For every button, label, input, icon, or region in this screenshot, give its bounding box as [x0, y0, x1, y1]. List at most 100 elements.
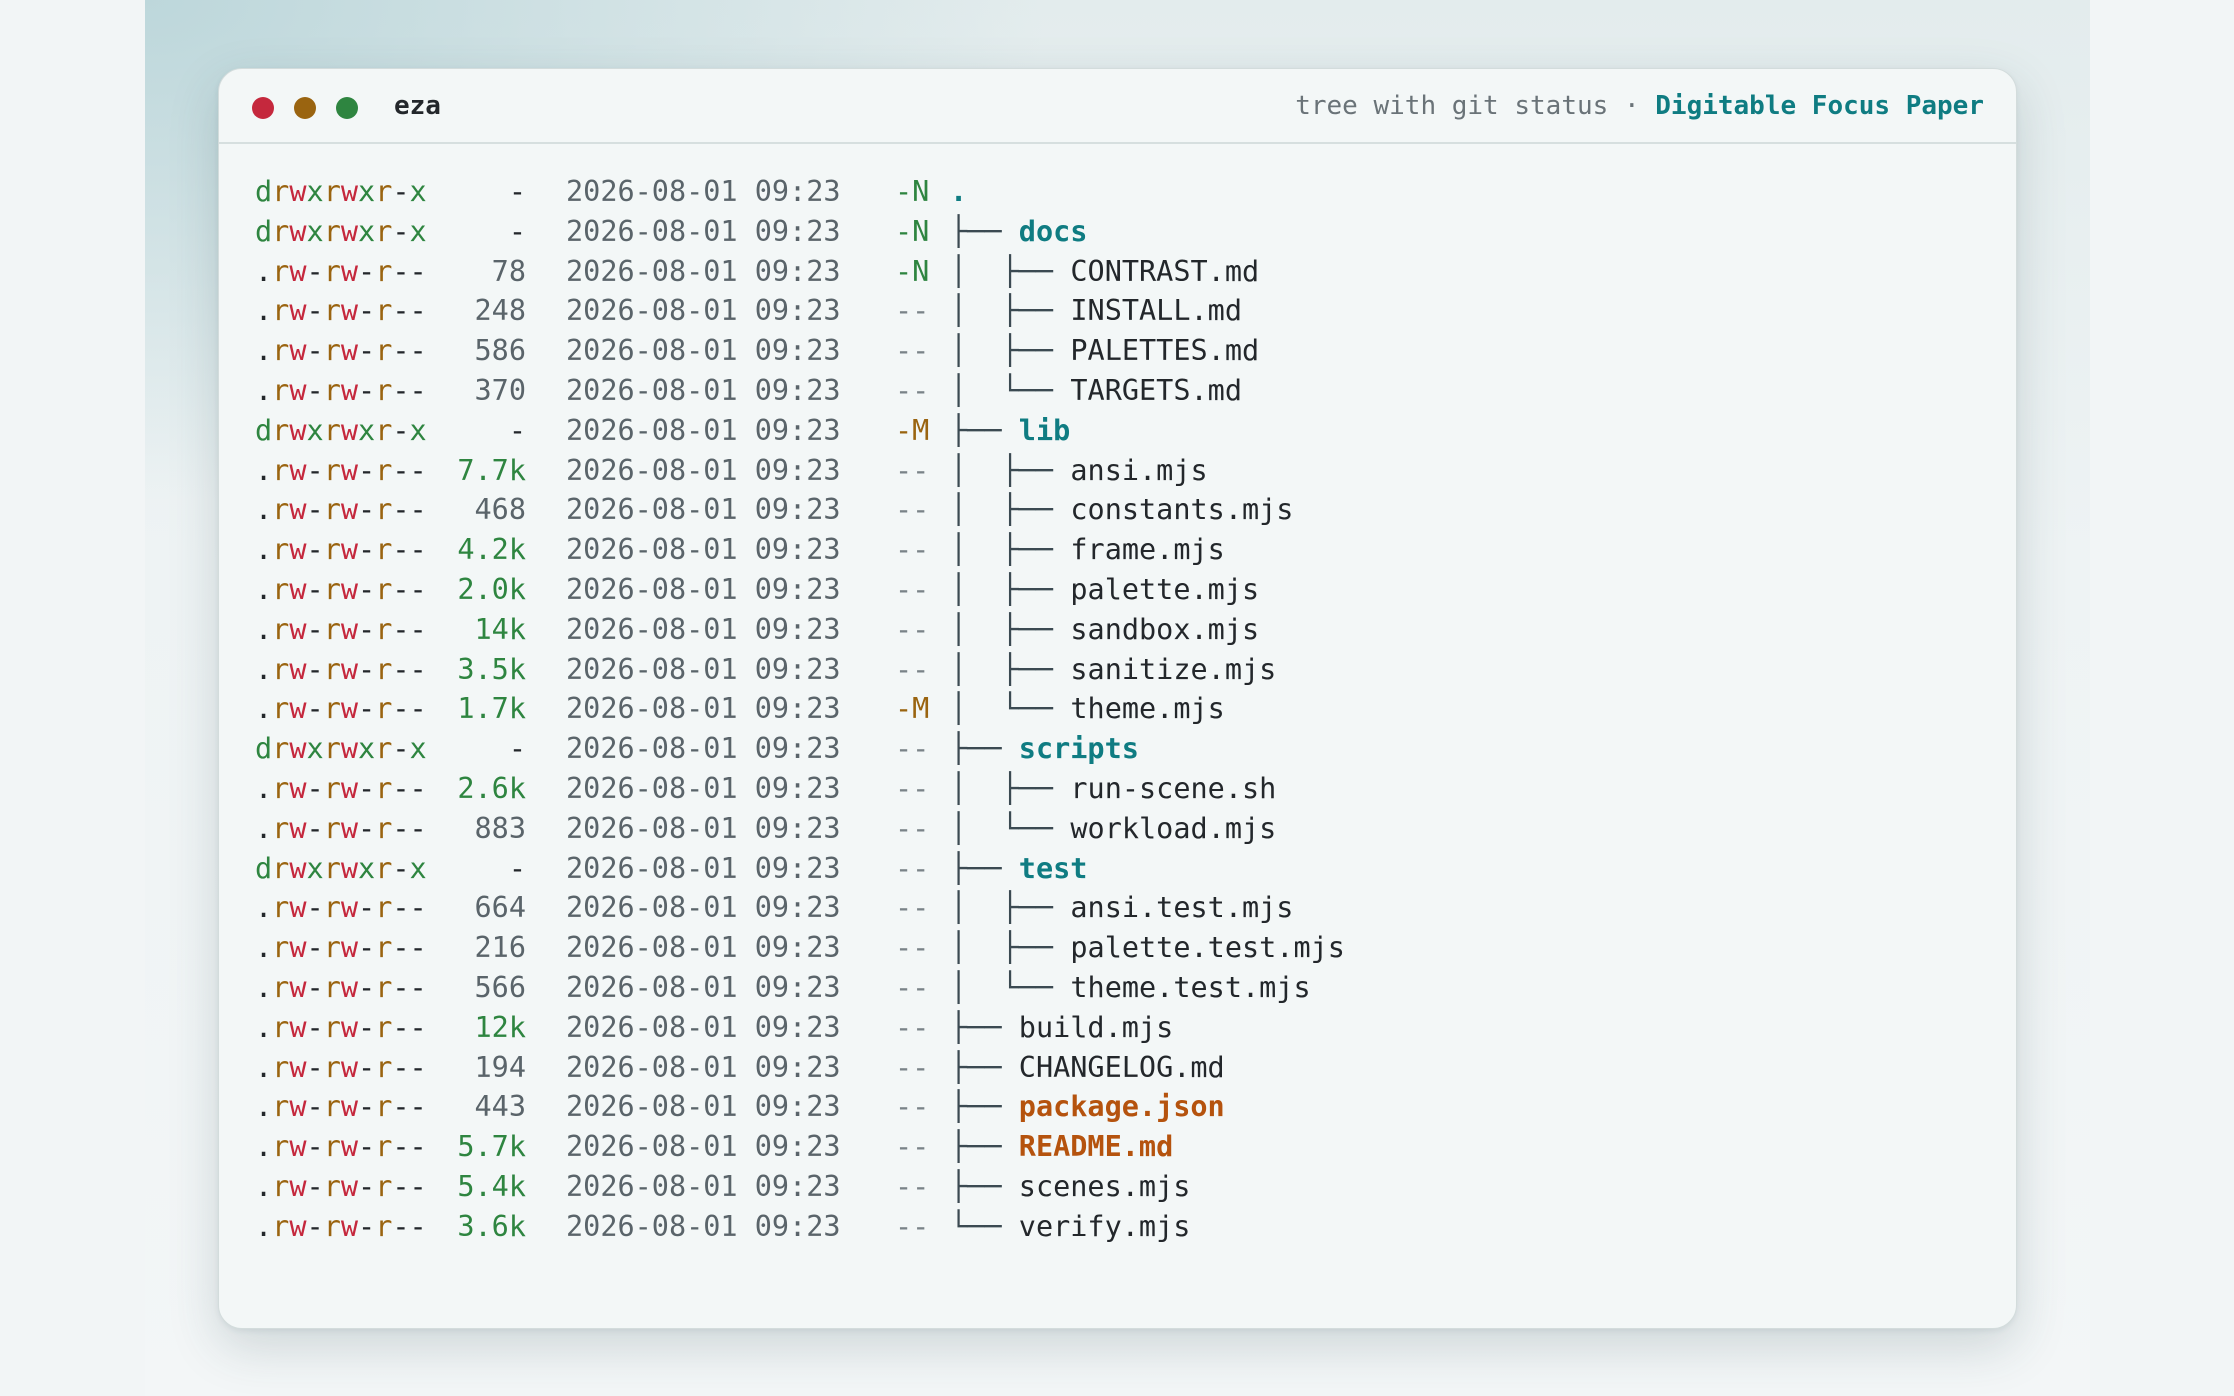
- tree-connector: ├──: [950, 214, 1019, 248]
- root-directory[interactable]: .: [950, 172, 967, 212]
- permissions: .rw-rw-r--: [255, 373, 427, 407]
- file-size: 12k: [474, 1010, 526, 1044]
- git-status: --: [895, 1169, 930, 1203]
- file-name[interactable]: scenes.mjs: [1019, 1167, 1191, 1207]
- modified-date: 2026-08-01 09:23: [566, 294, 841, 328]
- close-window-button[interactable]: [252, 97, 274, 119]
- git-status: -N: [895, 254, 930, 288]
- directory-name[interactable]: docs: [1019, 212, 1088, 252]
- modified-date: 2026-08-01 09:23: [566, 1130, 841, 1164]
- file-name[interactable]: PALETTES.md: [1070, 331, 1259, 371]
- file-name[interactable]: run-scene.sh: [1070, 769, 1276, 809]
- file-size: 1.7k: [457, 692, 526, 726]
- directory-name[interactable]: lib: [1019, 411, 1070, 451]
- file-size: 78: [491, 254, 526, 288]
- file-size: 664: [474, 891, 526, 925]
- file-size: 248: [474, 294, 526, 328]
- git-status: -N: [895, 214, 930, 248]
- git-status: --: [895, 1209, 930, 1243]
- permissions: .rw-rw-r--: [255, 612, 427, 646]
- file-name[interactable]: workload.mjs: [1070, 809, 1276, 849]
- modified-date: 2026-08-01 09:23: [566, 811, 841, 845]
- file-size: 468: [474, 493, 526, 527]
- file-name[interactable]: CHANGELOG.md: [1019, 1048, 1225, 1088]
- tree-connector: │ ├──: [950, 294, 1071, 328]
- subtitle-separator: ·: [1623, 91, 1640, 121]
- file-name[interactable]: constants.mjs: [1070, 490, 1293, 530]
- tree-connector: │ └──: [950, 811, 1071, 845]
- file-name[interactable]: frame.mjs: [1070, 530, 1224, 570]
- file-size: -: [508, 851, 526, 885]
- file-name[interactable]: ansi.test.mjs: [1070, 888, 1293, 928]
- file-name[interactable]: CONTRAST.md: [1070, 252, 1259, 292]
- tree-connector: │ ├──: [950, 453, 1071, 487]
- minimize-window-button[interactable]: [294, 97, 316, 119]
- modified-date: 2026-08-01 09:23: [566, 1010, 841, 1044]
- file-name[interactable]: ansi.mjs: [1070, 451, 1207, 491]
- tree-connector: │ ├──: [950, 612, 1071, 646]
- modified-date: 2026-08-01 09:23: [566, 891, 841, 925]
- permissions: .rw-rw-r--: [255, 493, 427, 527]
- git-status: --: [895, 652, 930, 686]
- git-status: --: [895, 732, 930, 766]
- git-status: --: [895, 970, 930, 1004]
- file-size: 4.2k: [457, 533, 526, 567]
- permissions: .rw-rw-r--: [255, 811, 427, 845]
- modified-date: 2026-08-01 09:23: [566, 931, 841, 965]
- file-name[interactable]: palette.mjs: [1070, 570, 1259, 610]
- tree-connector: └──: [950, 1209, 1019, 1243]
- modified-date: 2026-08-01 09:23: [566, 970, 841, 1004]
- git-status: --: [895, 493, 930, 527]
- git-status: --: [895, 1010, 930, 1044]
- modified-date: 2026-08-01 09:23: [566, 373, 841, 407]
- file-name[interactable]: theme.test.mjs: [1070, 968, 1310, 1008]
- window-subtitle: tree with git status · Digitable Focus P…: [1295, 91, 1984, 121]
- permissions: .rw-rw-r--: [255, 1050, 427, 1084]
- file-size: 216: [474, 931, 526, 965]
- tree-connector: │ ├──: [950, 931, 1071, 965]
- git-status: --: [895, 771, 930, 805]
- file-size: 443: [474, 1090, 526, 1124]
- permissions: .rw-rw-r--: [255, 1209, 427, 1243]
- file-size: 2.0k: [457, 572, 526, 606]
- file-name[interactable]: theme.mjs: [1070, 689, 1224, 729]
- directory-name[interactable]: scripts: [1019, 729, 1139, 769]
- file-size: 566: [474, 970, 526, 1004]
- modified-date: 2026-08-01 09:23: [566, 612, 841, 646]
- modified-date: 2026-08-01 09:23: [566, 1209, 841, 1243]
- file-name[interactable]: README.md: [1019, 1127, 1173, 1167]
- file-name[interactable]: sandbox.mjs: [1070, 610, 1259, 650]
- file-name[interactable]: build.mjs: [1019, 1008, 1173, 1048]
- git-status: -N: [895, 175, 930, 208]
- tree-connector: │ └──: [950, 373, 1071, 407]
- permissions: .rw-rw-r--: [255, 771, 427, 805]
- file-name[interactable]: sanitize.mjs: [1070, 650, 1276, 690]
- git-status: --: [895, 811, 930, 845]
- file-size: 3.5k: [457, 652, 526, 686]
- modified-date: 2026-08-01 09:23: [566, 1169, 841, 1203]
- file-name[interactable]: palette.test.mjs: [1070, 928, 1345, 968]
- permissions: .rw-rw-r--: [255, 294, 427, 328]
- file-name[interactable]: verify.mjs: [1019, 1207, 1191, 1247]
- modified-date: 2026-08-01 09:23: [566, 851, 841, 885]
- file-name[interactable]: package.json: [1019, 1087, 1225, 1127]
- modified-date: 2026-08-01 09:23: [566, 1090, 841, 1124]
- git-status: --: [895, 572, 930, 606]
- git-status: --: [895, 851, 930, 885]
- tree-connector: ├──: [950, 851, 1019, 885]
- file-name[interactable]: INSTALL.md: [1070, 291, 1242, 331]
- file-size: -: [508, 732, 526, 766]
- title-bar[interactable]: eza tree with git status · Digitable Foc…: [219, 69, 2016, 144]
- file-size: 3.6k: [457, 1209, 526, 1243]
- modified-date: 2026-08-01 09:23: [566, 1050, 841, 1084]
- permissions: drwxrwxr-x: [255, 214, 427, 248]
- directory-name[interactable]: test: [1019, 849, 1088, 889]
- permissions: .rw-rw-r--: [255, 652, 427, 686]
- file-name[interactable]: TARGETS.md: [1070, 371, 1242, 411]
- modified-date: 2026-08-01 09:23: [566, 652, 841, 686]
- tree-connector: ├──: [950, 413, 1019, 447]
- permissions: .rw-rw-r--: [255, 1169, 427, 1203]
- zoom-window-button[interactable]: [336, 97, 358, 119]
- tree-connector: │ ├──: [950, 493, 1071, 527]
- git-status: --: [895, 891, 930, 925]
